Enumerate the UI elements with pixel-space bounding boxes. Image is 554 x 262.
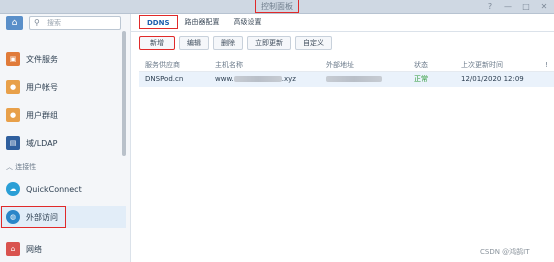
group-icon: ● (6, 108, 20, 122)
redacted-address (326, 76, 382, 82)
tab-ddns[interactable]: DDNS (139, 15, 178, 29)
edit-button[interactable]: 编辑 (179, 36, 209, 50)
tab-bar: DDNS 路由器配置 高级设置 (139, 14, 269, 30)
sidebar-item-domain-ldap[interactable]: ▤ 域/LDAP (0, 132, 126, 154)
domain-icon: ▤ (6, 136, 20, 150)
cell-empty (543, 72, 554, 87)
sidebar-item-label: 文件服务 (26, 54, 58, 64)
delete-button[interactable]: 删除 (213, 36, 243, 50)
sidebar-item-label: 用户帐号 (26, 82, 58, 92)
sidebar-item-network[interactable]: ⌂ 网络 (0, 238, 126, 260)
toolbar: 新增 编辑 删除 立即更新 自定义 (139, 36, 332, 52)
sidebar: ⌂ ⚲ 搜索 ▣ 文件服务 ● 用户帐号 ● 用户群组 ▤ 域/LDAP ︿ 连… (0, 14, 131, 262)
add-button[interactable]: 新增 (139, 36, 175, 50)
chevron-up-icon: ︿ (6, 163, 13, 171)
file-services-icon: ▣ (6, 52, 20, 66)
table-row[interactable]: DNSPod.cn www. .xyz 正常 12/01/2020 12:09 (139, 72, 554, 87)
user-icon: ● (6, 80, 20, 94)
watermark: CSDN @鸿鹄IT (480, 248, 530, 256)
close-button[interactable]: ✕ (538, 1, 550, 12)
cell-external-address (322, 72, 410, 87)
sidebar-item-file-services[interactable]: ▣ 文件服务 (0, 48, 126, 70)
customize-button[interactable]: 自定义 (295, 36, 332, 50)
column-header-hostname[interactable]: 主机名称 (211, 58, 322, 71)
sidebar-item-user-account[interactable]: ● 用户帐号 (0, 76, 126, 98)
search-placeholder: 搜索 (47, 19, 61, 27)
hostname-suffix: .xyz (281, 75, 296, 83)
title-bar: 控制面板 ? — □ ✕ (0, 0, 554, 14)
update-now-button[interactable]: 立即更新 (247, 36, 291, 50)
column-header-provider[interactable]: 服务供应商 (139, 58, 211, 71)
window-title: 控制面板 (255, 0, 299, 13)
highlight-box (1, 206, 66, 228)
home-button[interactable]: ⌂ (6, 16, 23, 30)
column-menu-icon[interactable]: ! (543, 58, 554, 71)
search-icon: ⚲ (34, 18, 40, 27)
quickconnect-icon: ☁ (6, 182, 20, 196)
tab-advanced-settings[interactable]: 高级设置 (227, 15, 269, 29)
ddns-table: 服务供应商 主机名称 外部地址 状态 上次更新时间 ! DNSPod.cn ww… (139, 58, 554, 87)
minimize-button[interactable]: — (502, 1, 514, 12)
tab-router-config[interactable]: 路由器配置 (178, 15, 227, 29)
cell-status: 正常 (414, 75, 428, 83)
maximize-button[interactable]: □ (520, 1, 532, 12)
cell-hostname: www. .xyz (211, 72, 322, 87)
column-header-external-address[interactable]: 外部地址 (322, 58, 410, 71)
column-header-last-update[interactable]: 上次更新时间 (457, 58, 543, 71)
tab-divider (131, 31, 554, 32)
search-input[interactable]: ⚲ 搜索 (29, 16, 121, 30)
cell-provider: DNSPod.cn (145, 75, 184, 83)
home-icon: ⌂ (11, 18, 18, 28)
sidebar-item-label: 用户群组 (26, 110, 58, 120)
sidebar-item-quickconnect[interactable]: ☁ QuickConnect (0, 178, 126, 200)
section-label: 连接性 (15, 163, 37, 171)
sidebar-item-user-group[interactable]: ● 用户群组 (0, 104, 126, 126)
sidebar-item-external-access[interactable]: ◍ 外部访问 (0, 206, 126, 228)
redacted-hostname (233, 76, 282, 82)
hostname-prefix: www. (215, 75, 234, 83)
table-header: 服务供应商 主机名称 外部地址 状态 上次更新时间 ! (139, 58, 554, 72)
network-icon: ⌂ (6, 242, 20, 256)
sidebar-item-label: QuickConnect (26, 184, 82, 194)
section-connectivity: ︿ 连接性 (6, 162, 36, 172)
sidebar-item-label: 域/LDAP (26, 138, 58, 148)
help-button[interactable]: ? (484, 1, 496, 12)
cell-last-update: 12/01/2020 12:09 (461, 75, 524, 83)
sidebar-item-label: 网络 (26, 244, 42, 254)
column-header-status[interactable]: 状态 (410, 58, 457, 71)
